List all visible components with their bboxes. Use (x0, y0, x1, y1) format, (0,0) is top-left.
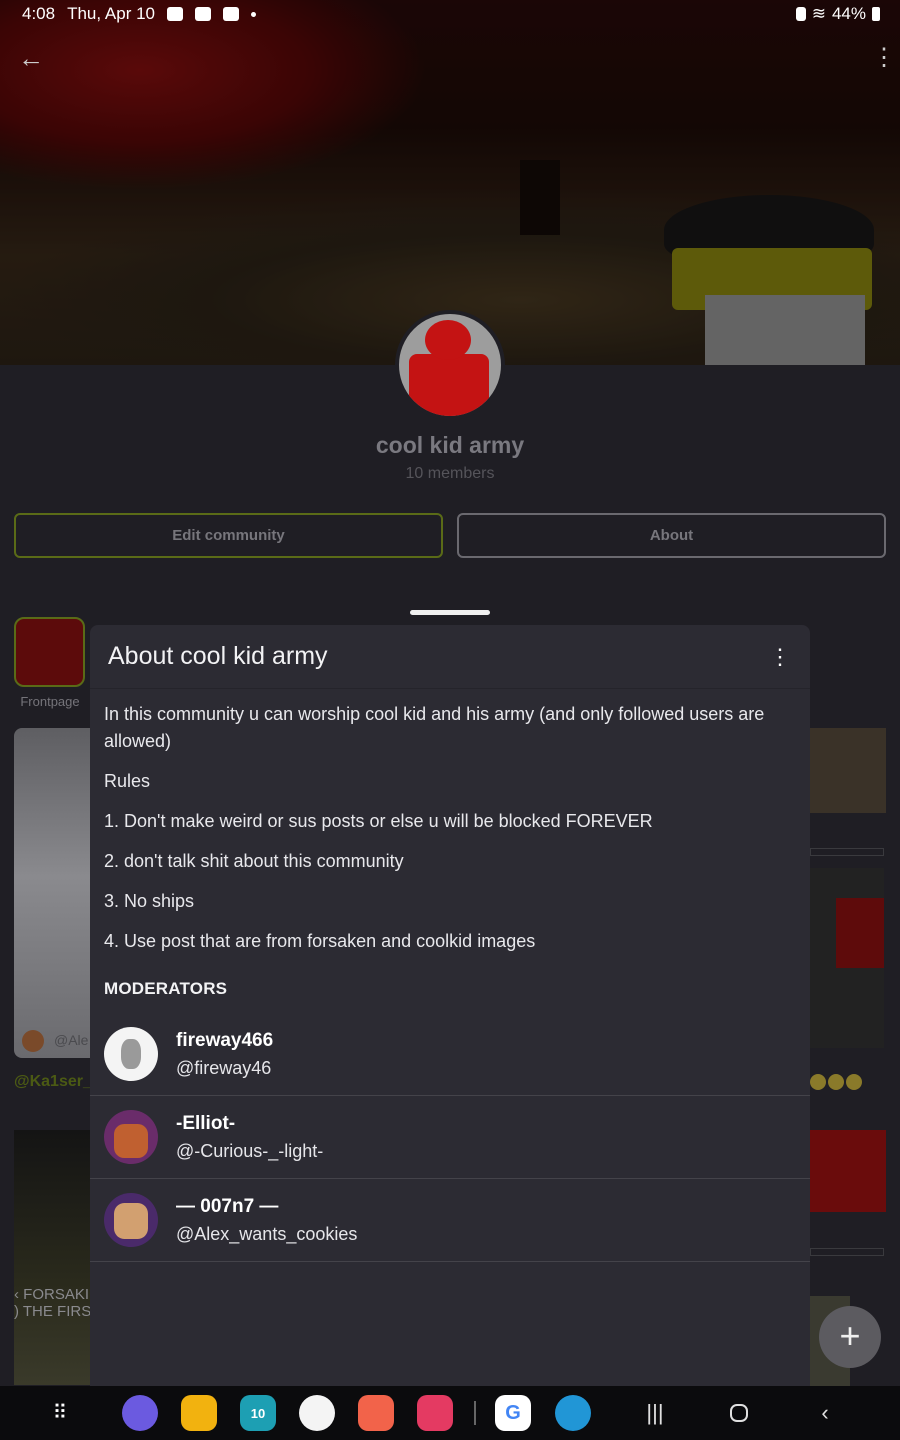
contacts-icon[interactable] (358, 1395, 394, 1431)
edit-community-button[interactable]: Edit community (14, 513, 443, 558)
sheet-header: About cool kid army ⋮ (90, 625, 810, 689)
home-icon[interactable] (730, 1404, 748, 1422)
wifi-icon: ≋ (811, 4, 826, 23)
moderator-row[interactable]: — 007n7 — @Alex_wants_cookies (90, 1179, 810, 1262)
discord-notification-icon-2 (222, 7, 239, 21)
screen: 4:08 Thu, Apr 10 ≋ 44% ← ⋮ cool kid army… (0, 0, 900, 1440)
back-arrow-icon[interactable]: ← (18, 44, 46, 72)
rules-heading: Rules (104, 771, 151, 791)
moderator-handle: @fireway46 (176, 1057, 272, 1078)
moderator-name: -Elliot- (176, 1112, 236, 1134)
sheet-more-options-icon[interactable]: ⋮ (768, 645, 792, 668)
avatar (104, 1110, 158, 1164)
create-post-button[interactable]: + (819, 1306, 881, 1368)
post-author-kaiser: @Ka1ser_ (14, 1073, 92, 1090)
google-icon[interactable]: G (495, 1395, 531, 1431)
rule-item: 2. don't talk shit about this community (104, 851, 404, 871)
dock-divider (474, 1401, 476, 1425)
frontpage-label: Frontpage (20, 694, 80, 709)
sheet-title: About cool kid army (108, 642, 328, 670)
about-button[interactable]: About (457, 513, 886, 558)
status-bar: 4:08 Thu, Apr 10 ≋ 44% (0, 0, 900, 28)
messages-icon[interactable] (299, 1395, 335, 1431)
moderator-handle: @-Curious-_-light- (176, 1140, 324, 1161)
avatar (104, 1193, 158, 1247)
frontpage-thumbnail[interactable] (14, 617, 85, 687)
rule-item: 1. Don't make weird or sus posts or else… (104, 811, 653, 831)
reaction-emojis (810, 1074, 870, 1090)
calendar-icon[interactable]: 10 (240, 1395, 276, 1431)
lock-icon (795, 7, 806, 21)
discord-notification-icon (194, 7, 211, 21)
battery-icon (872, 7, 880, 21)
internet-browser-icon[interactable] (122, 1395, 158, 1431)
rule-item: 3. No ships (104, 891, 195, 911)
my-files-icon[interactable] (181, 1395, 217, 1431)
feed-right-column (810, 728, 886, 1388)
status-date: Thu, Apr 10 (67, 4, 155, 23)
avatar (104, 1027, 158, 1081)
moderators-heading: MODERATORS (104, 979, 228, 998)
member-count: 10 members (405, 465, 495, 482)
camera-icon[interactable] (417, 1395, 453, 1431)
moderator-handle: @Alex_wants_cookies (176, 1223, 358, 1244)
rule-item: 4. Use post that are from forsaken and c… (104, 931, 536, 951)
sheet-drag-handle[interactable] (410, 610, 490, 615)
forsaken-post-text: ‹ FORSAKI ) THE FIRS (14, 1286, 92, 1320)
battery-percent: 44% (831, 4, 866, 23)
status-time: 4:08 (22, 4, 56, 23)
back-nav-icon[interactable]: ‹ (810, 1398, 840, 1428)
moderator-name: — 007n7 — (176, 1195, 279, 1217)
post-author: @Ale (54, 1032, 89, 1048)
moderator-row[interactable]: -Elliot- @-Curious-_-light- (90, 1096, 810, 1179)
avatar (22, 1030, 44, 1052)
app-drawer-icon[interactable]: ⠿ (46, 1400, 74, 1428)
sheet-body: In this community u can worship cool kid… (90, 689, 810, 1262)
more-options-icon[interactable]: ⋮ (872, 44, 896, 72)
community-description: In this community u can worship cool kid… (104, 704, 765, 751)
gallery-notification-icon (166, 7, 183, 21)
taskbar-dock: ⠿ 10 G ||| ‹ (0, 1386, 900, 1440)
recent-apps-icon[interactable]: ||| (640, 1398, 670, 1428)
more-notifications-dot-icon (250, 11, 256, 17)
about-sheet: About cool kid army ⋮ In this community … (90, 625, 810, 1390)
app-store-icon[interactable] (555, 1395, 591, 1431)
community-avatar (395, 310, 505, 420)
community-name: cool kid army (375, 432, 525, 458)
moderator-row[interactable]: fireway466 @fireway46 (90, 1013, 810, 1096)
moderator-name: fireway466 (176, 1029, 274, 1051)
